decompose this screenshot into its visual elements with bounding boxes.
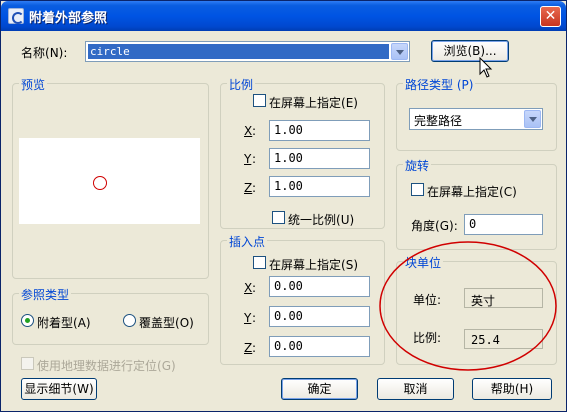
rotation-title: 旋转 [403,157,432,174]
chevron-down-icon[interactable] [524,110,541,128]
insert-z-label: Z [244,341,253,355]
uniform-scale-checkbox[interactable] [272,211,285,224]
path-type-title: 路径类型 (P) [403,76,476,93]
scale-specify-label: 在屏幕上指定(E) [269,96,358,110]
red-annotation-ellipse [379,241,557,371]
name-label: 名称(N): [21,46,68,60]
uniform-scale-label: 统一比例(U) [288,213,355,227]
insert-y-label: Y [244,311,252,325]
angle-input[interactable]: 0 [464,214,543,235]
insert-specify-label: 在屏幕上指定(S) [269,258,358,272]
angle-label: 角度(G): [411,219,458,233]
scale-z-input[interactable]: 1.00 [269,176,370,197]
insertion-point-title: 插入点 [227,233,268,250]
title-bar[interactable]: 附着外部参照 ✕ [1,1,566,31]
attach-label: 附着型(A) [37,316,91,330]
overlay-label: 覆盖型(O) [139,316,194,330]
scale-y-label: Y [244,152,252,166]
insert-specify-checkbox[interactable] [253,256,266,269]
cancel-button[interactable]: 取消 [377,378,454,400]
scale-z-label: Z [244,181,253,195]
name-hotkey: (N): [45,46,68,60]
close-button[interactable]: ✕ [540,6,561,27]
preview-circle-shape [93,176,107,190]
path-type-value: 完整路径 [414,114,463,128]
insert-z-input[interactable]: 0.00 [269,336,370,357]
mouse-cursor-icon [479,57,493,78]
attach-xref-dialog: 附着外部参照 ✕ 名称(N): circle 浏览(B)... 预览 比例 在屏… [0,0,567,412]
ok-button[interactable]: 确定 [281,378,358,400]
browse-button[interactable]: 浏览(B)... [431,40,509,62]
name-value: circle [87,43,390,60]
insert-x-label: X [244,281,253,295]
path-type-select[interactable]: 完整路径 [409,108,543,130]
scale-specify-checkbox[interactable] [253,94,266,107]
insert-x-input[interactable]: 0.00 [269,276,370,297]
geo-location-checkbox[interactable] [21,357,34,370]
show-details-button[interactable]: 显示细节(W) [21,378,97,400]
chevron-down-icon[interactable] [391,43,408,60]
scale-x-input[interactable]: 1.00 [269,120,370,141]
scale-y-input[interactable]: 1.00 [269,148,370,169]
overlay-radio[interactable] [123,314,136,327]
rotation-group: 旋转 [396,157,557,250]
reference-type-title: 参照类型 [19,286,72,303]
insert-y-input[interactable]: 0.00 [269,306,370,327]
scale-x-label: X [244,124,253,138]
rotation-specify-checkbox[interactable] [411,183,424,196]
scale-title: 比例 [227,76,256,93]
preview-title: 预览 [19,76,48,93]
dialog-title: 附着外部参照 [29,11,108,26]
help-button[interactable]: 帮助(H) [472,378,552,400]
attach-radio[interactable] [21,314,34,327]
preview-canvas [19,138,200,224]
name-combobox[interactable]: circle [85,41,410,62]
geo-location-label: 使用地理数据进行定位(G) [37,359,176,373]
rotation-specify-label: 在屏幕上指定(C) [427,185,517,199]
app-logo-icon [8,8,24,24]
